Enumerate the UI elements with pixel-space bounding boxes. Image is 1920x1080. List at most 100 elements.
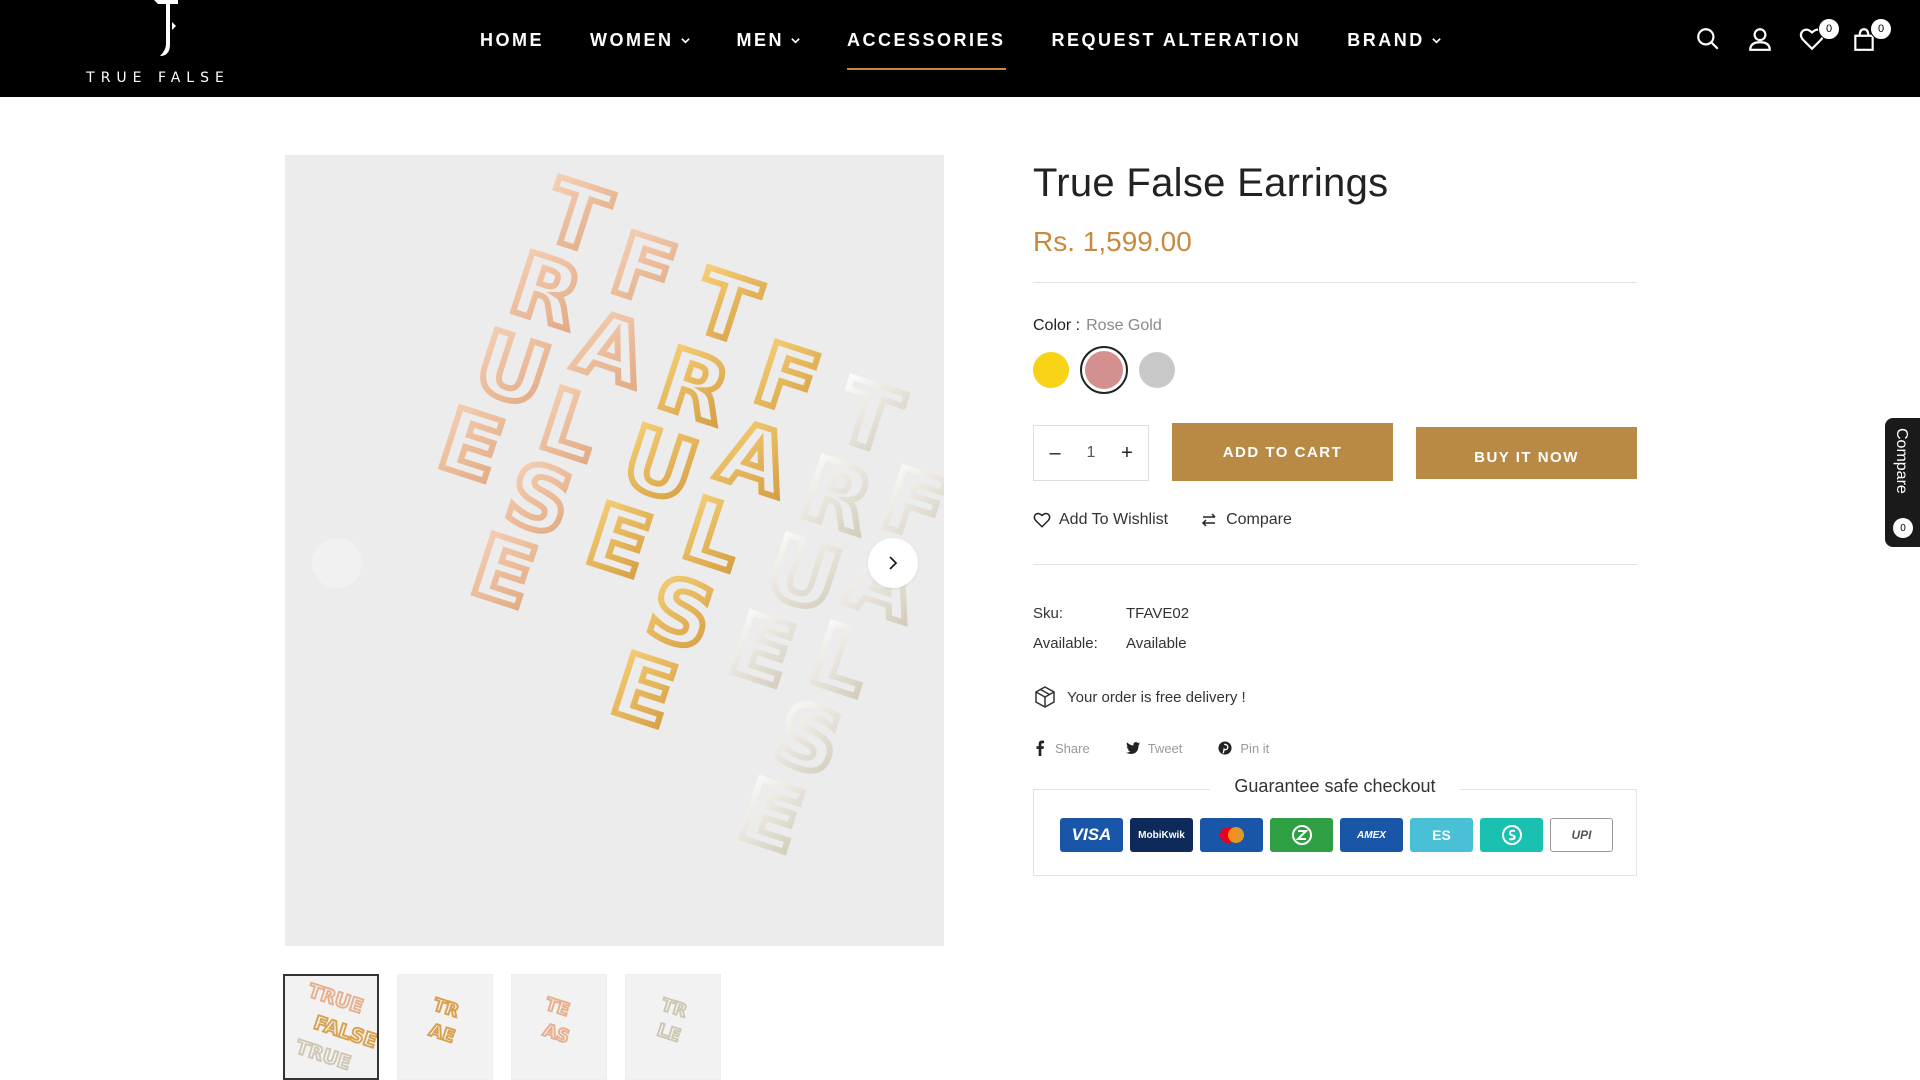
chevron-down-icon xyxy=(1431,37,1441,44)
thumbnail-3[interactable]: TE AS xyxy=(511,974,607,1080)
logo-wordmark: TRUE FALSE xyxy=(86,70,230,86)
wishlist-button[interactable]: 0 xyxy=(1796,18,1840,54)
guarantee-title: Guarantee safe checkout xyxy=(1210,776,1460,796)
thumbnail-1[interactable]: TRUE FALSE TRUE xyxy=(283,974,379,1080)
availability-label: Available: xyxy=(1033,635,1098,652)
color-value: Rose Gold xyxy=(1086,317,1162,334)
share-twitter-link[interactable]: Tweet xyxy=(1125,740,1183,756)
divider xyxy=(1033,282,1637,283)
gallery-thumbnails: TRUE FALSE TRUE TR AE TE AS TR LE xyxy=(283,974,721,1080)
nav-brand-label: BRAND xyxy=(1347,29,1425,50)
nav-request-alteration[interactable]: REQUEST ALTERATION xyxy=(1052,0,1302,80)
add-to-cart-button[interactable]: ADD TO CART xyxy=(1172,423,1393,481)
nav-accessories[interactable]: ACCESSORIES xyxy=(847,0,1006,80)
mastercard-icon xyxy=(1200,818,1263,852)
svg-text:AS: AS xyxy=(540,1021,571,1048)
main-nav: HOME WOMEN MEN ACCESSORIES REQUEST ALTER… xyxy=(480,0,1488,80)
nav-home[interactable]: HOME xyxy=(480,0,544,80)
chevron-right-icon xyxy=(889,556,898,570)
sku-label: Sku: xyxy=(1033,605,1064,622)
svg-text:E: E xyxy=(460,516,547,629)
sku-row: Sku: TFAVE02 xyxy=(1033,599,1189,629)
nav-request-alteration-label: REQUEST ALTERATION xyxy=(1051,29,1302,50)
share-pinterest-link[interactable]: Pin it xyxy=(1218,740,1269,756)
quantity-decrease-button[interactable]: – xyxy=(1046,442,1064,465)
es-pay-icon: ES xyxy=(1410,818,1473,852)
share-facebook-link[interactable]: Share xyxy=(1033,740,1090,756)
gallery-next-button[interactable] xyxy=(868,538,918,588)
svg-text:E: E xyxy=(575,485,662,598)
divider xyxy=(1033,564,1637,565)
z-logo xyxy=(1291,825,1312,845)
color-label: Color : xyxy=(1033,317,1081,334)
buy-now-button[interactable]: BUY IT NOW xyxy=(1416,427,1637,479)
thumbnail-2[interactable]: TR AE xyxy=(397,974,493,1080)
availability-value: Available xyxy=(1126,635,1187,652)
nav-men-label: MEN xyxy=(736,29,784,50)
social-share: Share Tweet Pin it xyxy=(1033,740,1269,756)
package-icon xyxy=(1035,686,1055,708)
quantity-input[interactable] xyxy=(1071,444,1111,462)
guarantee-title-wrap: Guarantee safe checkout xyxy=(1034,776,1636,797)
twitter-icon xyxy=(1125,742,1140,754)
gallery-prev-button[interactable] xyxy=(312,538,362,588)
compare-link[interactable]: Compare xyxy=(1200,511,1292,529)
swatch-gold[interactable] xyxy=(1033,352,1069,388)
site-header: TRUE FALSE HOME WOMEN MEN ACCESSORIES RE… xyxy=(0,0,1920,97)
thumbnail-image: TRLE xyxy=(654,994,691,1048)
nav-women[interactable]: WOMEN xyxy=(590,0,691,80)
availability-row: Available: Available xyxy=(1033,629,1189,659)
product-info: True False Earrings Rs. 1,599.00 Color :… xyxy=(1033,155,1637,876)
compare-side-tab[interactable]: Compare 0 xyxy=(1885,418,1920,547)
search-button[interactable] xyxy=(1692,22,1724,54)
add-to-wishlist-link[interactable]: Add To Wishlist xyxy=(1033,511,1168,529)
purchase-row: – + ADD TO CART BUY IT NOW xyxy=(1033,423,1637,483)
product-title: True False Earrings xyxy=(1033,161,1389,205)
compare-tab-label: Compare xyxy=(1893,428,1910,494)
zip-pay-icon xyxy=(1270,818,1333,852)
compare-arrows-icon xyxy=(1202,513,1216,527)
heart-icon xyxy=(1033,512,1051,528)
nav-accessories-label: ACCESSORIES xyxy=(847,29,1006,50)
swatch-rose-gold[interactable] xyxy=(1080,346,1128,394)
svg-text:AE: AE xyxy=(426,1021,457,1048)
wishlist-count-badge: 0 xyxy=(1818,18,1840,40)
chevron-down-icon xyxy=(680,37,690,44)
pinterest-icon xyxy=(1218,741,1232,755)
mastercard-logo xyxy=(1219,827,1244,843)
logo-mark-icon xyxy=(154,0,178,56)
quantity-stepper: – + xyxy=(1033,425,1149,481)
quantity-increase-button[interactable]: + xyxy=(1118,442,1136,465)
share-label: Share xyxy=(1055,740,1090,756)
svg-text:TRUE: TRUE xyxy=(305,979,366,1018)
thumbnail-4[interactable]: TR LE xyxy=(625,974,721,1080)
cart-count-badge: 0 xyxy=(1870,18,1892,40)
visa-icon: VISA xyxy=(1060,818,1123,852)
color-selector: Color : Rose Gold xyxy=(1033,317,1637,394)
guarantee-safe-checkout: Guarantee safe checkout VISA MobiKwik AM… xyxy=(1033,776,1637,876)
sku-value: TFAVE02 xyxy=(1126,605,1190,622)
delivery-text: Your order is free delivery ! xyxy=(1067,688,1246,706)
compare-count-badge: 0 xyxy=(1893,518,1913,538)
facebook-icon xyxy=(1036,740,1045,756)
product-main-image[interactable]: TRUE FALSE TRUE FALSE TRUE FALSE xyxy=(285,155,944,946)
earrings-photo: TRUE FALSE TRUE FALSE TRUE FALSE xyxy=(425,158,944,877)
product-actions: Add To Wishlist Compare xyxy=(1033,511,1292,529)
tweet-label: Tweet xyxy=(1147,740,1183,756)
nav-brand[interactable]: BRAND xyxy=(1347,0,1442,80)
thumbnail-image: TRUEFALSETRUE xyxy=(292,978,377,1076)
swatch-silver[interactable] xyxy=(1139,352,1175,388)
cart-button[interactable]: 0 xyxy=(1848,18,1892,54)
nav-women-label: WOMEN xyxy=(590,29,674,50)
s-logo xyxy=(1501,825,1522,845)
nav-men[interactable]: MEN xyxy=(737,0,802,80)
mobikwik-icon: MobiKwik xyxy=(1130,818,1193,852)
chevron-down-icon xyxy=(791,37,800,44)
brand-logo[interactable]: TRUE FALSE xyxy=(78,0,238,90)
svg-text:TE: TE xyxy=(543,995,572,1021)
account-button[interactable] xyxy=(1744,22,1776,54)
compare-label: Compare xyxy=(1226,511,1292,528)
payment-methods: VISA MobiKwik AMEX ES UPI xyxy=(1060,818,1613,852)
svg-text:LE: LE xyxy=(654,1021,682,1047)
color-swatches xyxy=(1033,346,1637,394)
